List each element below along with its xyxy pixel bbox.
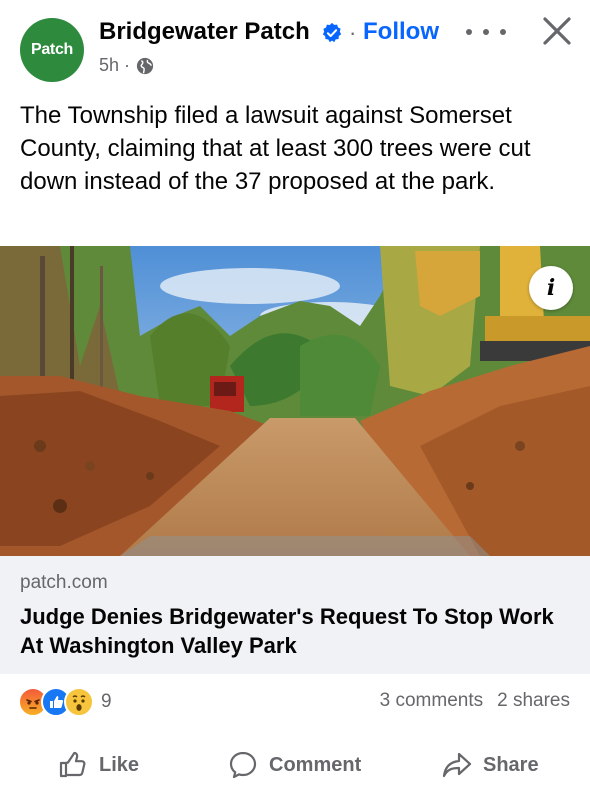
page-name[interactable]: Bridgewater Patch bbox=[99, 18, 310, 46]
info-button[interactable]: i bbox=[529, 266, 573, 310]
verified-badge-icon bbox=[322, 22, 342, 43]
globe-icon bbox=[136, 57, 154, 74]
page-avatar[interactable]: Patch bbox=[20, 18, 84, 82]
like-label: Like bbox=[99, 753, 140, 776]
comment-icon bbox=[229, 751, 257, 779]
avatar-text: Patch bbox=[30, 41, 74, 58]
share-button[interactable]: Share bbox=[441, 745, 539, 785]
shares-count[interactable]: 2 shares bbox=[497, 690, 570, 712]
reaction-count: 9 bbox=[101, 691, 112, 712]
comments-count[interactable]: 3 comments bbox=[380, 690, 483, 712]
follow-button[interactable]: Follow bbox=[363, 18, 439, 46]
share-icon bbox=[442, 752, 472, 778]
thumbs-up-icon bbox=[59, 751, 86, 778]
reactions-summary[interactable]: 9 bbox=[18, 687, 112, 717]
share-label: Share bbox=[483, 753, 539, 776]
post-image[interactable] bbox=[0, 246, 590, 556]
like-button[interactable]: Like bbox=[57, 745, 139, 785]
link-title[interactable]: Judge Denies Bridgewater's Request To St… bbox=[20, 602, 560, 660]
close-icon[interactable] bbox=[540, 14, 574, 48]
comment-label: Comment bbox=[269, 753, 362, 776]
link-domain: patch.com bbox=[20, 572, 108, 593]
post-time[interactable]: 5h · bbox=[99, 55, 130, 76]
post-header: Patch Bridgewater Patch · Follow 5h · bbox=[0, 0, 590, 92]
post-meta: 5h · bbox=[99, 55, 154, 76]
separator: · bbox=[349, 20, 357, 45]
more-icon[interactable] bbox=[466, 20, 506, 44]
post-text: The Township filed a lawsuit against Som… bbox=[20, 102, 531, 195]
wow-icon bbox=[64, 687, 94, 717]
comment-button[interactable]: Comment bbox=[227, 745, 361, 785]
engagement-counts: 3 comments 2 shares bbox=[380, 690, 570, 712]
